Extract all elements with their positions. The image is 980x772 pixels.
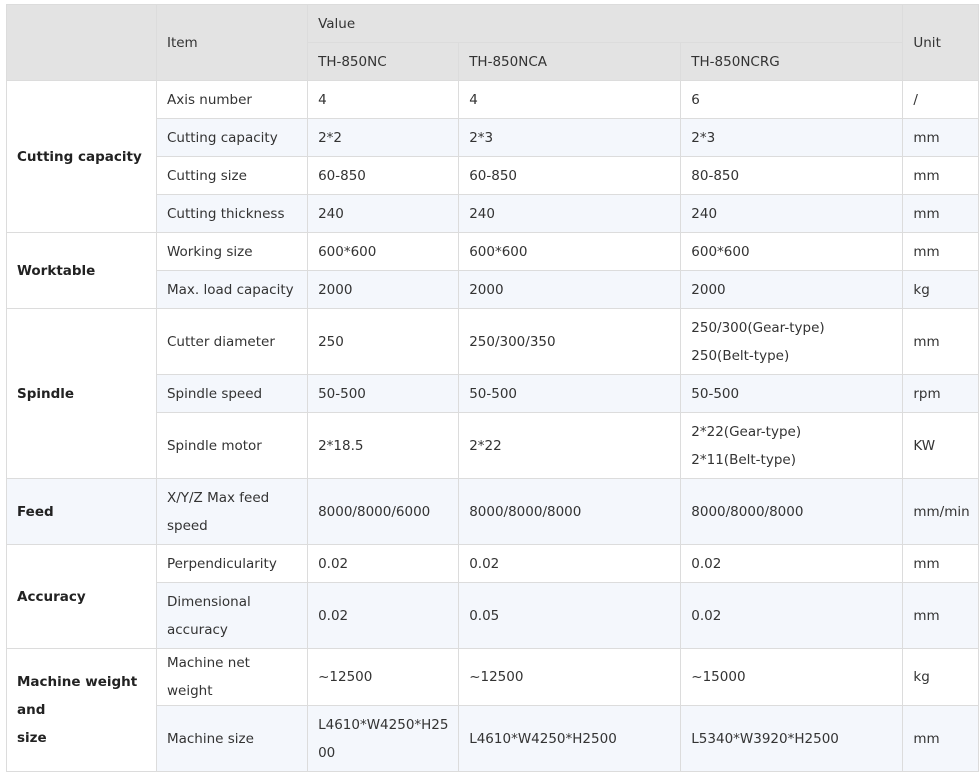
value-cell: 600*600 — [458, 232, 682, 271]
value-cell: 60-850 — [307, 156, 460, 195]
value-cell: 250/300(Gear-type) 250(Belt-type) — [680, 308, 904, 375]
group-line: size — [17, 730, 47, 746]
unit-cell: / — [902, 80, 979, 119]
group-accuracy: Accuracy — [6, 544, 157, 649]
value-cell: 2000 — [307, 270, 460, 309]
unit-cell: KW — [902, 412, 979, 479]
item-label: Axis number — [155, 80, 309, 119]
item-line: Dimensional — [166, 593, 251, 610]
header-model-th-850nca: TH-850NCA — [458, 42, 682, 81]
value-cell: 50-500 — [458, 374, 682, 413]
group-line: Machine weight and — [17, 674, 138, 718]
header-model-th-850ncrg: TH-850NCRG — [680, 42, 904, 81]
item-label: Perpendicularity — [155, 544, 309, 583]
value-line: 2*22(Gear-type) — [691, 423, 802, 440]
value-cell: 2*3 — [680, 118, 904, 157]
unit-cell: mm — [902, 194, 979, 233]
item-label: Spindle motor — [155, 412, 309, 479]
value-cell: 4 — [307, 80, 460, 119]
spec-table: Item Value Unit TH-850NC TH-850NCA TH-85… — [6, 4, 979, 772]
item-label: Spindle speed — [155, 374, 309, 413]
value-cell: 240 — [458, 194, 682, 233]
item-line: X/Y/Z Max feed — [166, 489, 270, 506]
value-cell: 240 — [307, 194, 460, 233]
value-cell: 2*2 — [307, 118, 460, 157]
unit-cell: mm — [902, 705, 979, 772]
header-value: Value — [307, 4, 904, 43]
unit-cell: kg — [902, 648, 979, 706]
unit-cell: mm — [902, 156, 979, 195]
value-line: 2*11(Belt-type) — [691, 451, 796, 468]
value-cell: 0.02 — [307, 582, 460, 649]
unit-cell: mm — [902, 118, 979, 157]
value-cell: ~12500 — [458, 648, 682, 706]
value-cell: 8000/8000/6000 — [307, 478, 460, 545]
value-line: 250/300(Gear-type) — [691, 319, 825, 336]
value-line: L4610*W4250*H25 — [318, 716, 449, 733]
value-cell: 2*3 — [458, 118, 682, 157]
value-cell: 2*22 — [458, 412, 682, 479]
value-line: 250(Belt-type) — [691, 347, 790, 364]
value-cell: 80-850 — [680, 156, 904, 195]
item-label: Cutting thickness — [155, 194, 309, 233]
value-cell: 2*22(Gear-type) 2*11(Belt-type) — [680, 412, 904, 479]
value-cell: 250/300/350 — [458, 308, 682, 375]
value-cell: 2*18.5 — [307, 412, 460, 479]
value-cell: 250 — [307, 308, 460, 375]
unit-cell: kg — [902, 270, 979, 309]
group-worktable: Worktable — [6, 232, 157, 309]
unit-cell: rpm — [902, 374, 979, 413]
header-model-th-850nc: TH-850NC — [307, 42, 460, 81]
value-cell: 600*600 — [307, 232, 460, 271]
group-spindle: Spindle — [6, 308, 157, 479]
item-label: Working size — [155, 232, 309, 271]
value-cell: 2000 — [458, 270, 682, 309]
header-unit: Unit — [902, 4, 979, 81]
value-cell: ~12500 — [307, 648, 460, 706]
item-label: Machine size — [155, 705, 309, 772]
item-label: Dimensional accuracy — [155, 582, 309, 649]
item-label: X/Y/Z Max feed speed — [155, 478, 309, 545]
value-cell: 50-500 — [680, 374, 904, 413]
value-line: 00 — [318, 744, 336, 761]
group-feed: Feed — [6, 478, 157, 545]
value-cell: 240 — [680, 194, 904, 233]
value-cell: 60-850 — [458, 156, 682, 195]
value-cell: L5340*W3920*H2500 — [680, 705, 904, 772]
value-cell: 0.02 — [307, 544, 460, 583]
item-label: Max. load capacity — [155, 270, 309, 309]
unit-cell: mm — [902, 232, 979, 271]
item-label: Cutting size — [155, 156, 309, 195]
value-cell: L4610*W4250*H25 00 — [307, 705, 460, 772]
value-cell: 0.05 — [458, 582, 682, 649]
value-cell: 2000 — [680, 270, 904, 309]
value-cell: 0.02 — [680, 544, 904, 583]
value-cell: L4610*W4250*H2500 — [458, 705, 682, 772]
unit-cell: mm/min — [902, 478, 979, 545]
unit-cell: mm — [902, 308, 979, 375]
header-blank — [6, 4, 157, 81]
value-cell: 0.02 — [458, 544, 682, 583]
group-machine-weight-and-size: Machine weight and size — [6, 648, 157, 772]
unit-cell: mm — [902, 544, 979, 583]
item-label: Cutting capacity — [155, 118, 309, 157]
value-cell: 8000/8000/8000 — [680, 478, 904, 545]
item-label: Machine net weight — [155, 648, 309, 706]
item-line: accuracy — [166, 621, 228, 638]
header-item: Item — [155, 4, 309, 81]
value-cell: 4 — [458, 80, 682, 119]
value-cell: 0.02 — [680, 582, 904, 649]
unit-cell: mm — [902, 582, 979, 649]
value-cell: 8000/8000/8000 — [458, 478, 682, 545]
value-cell: 50-500 — [307, 374, 460, 413]
value-cell: ~15000 — [680, 648, 904, 706]
item-line: speed — [166, 517, 208, 534]
value-cell: 600*600 — [680, 232, 904, 271]
value-cell: 6 — [680, 80, 904, 119]
group-cutting-capacity: Cutting capacity — [6, 80, 157, 233]
item-label: Cutter diameter — [155, 308, 309, 375]
